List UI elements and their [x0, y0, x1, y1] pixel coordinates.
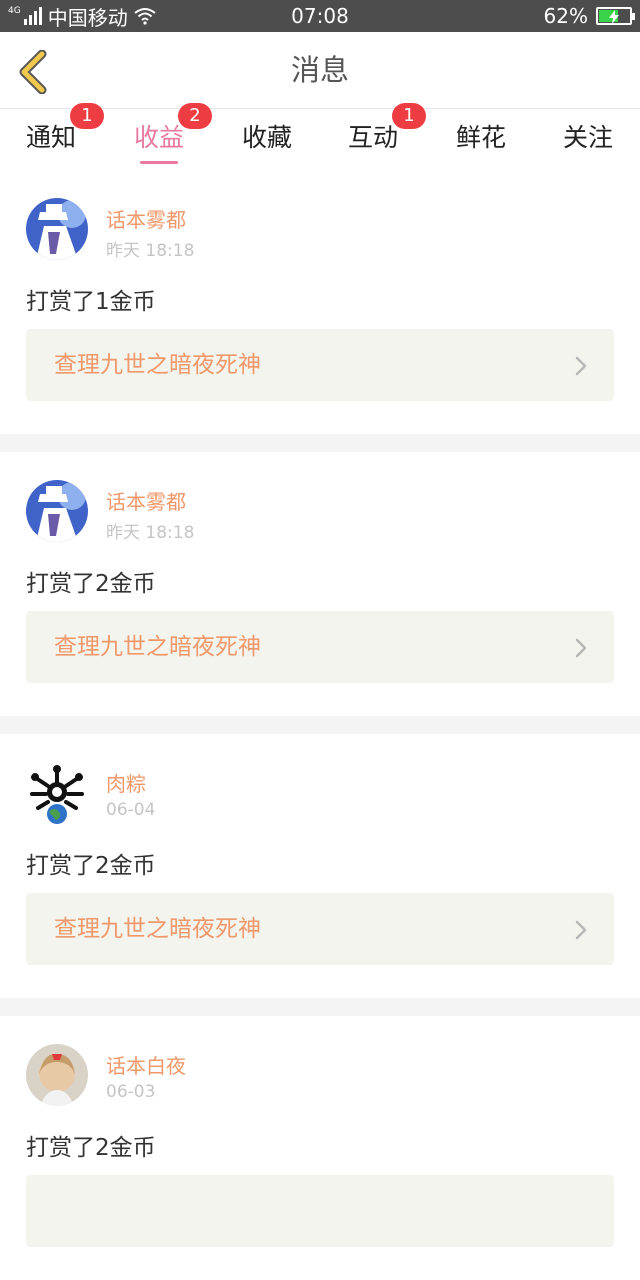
book-link[interactable] [26, 1175, 614, 1247]
username[interactable]: 话本雾都 [106, 204, 186, 233]
unread-badge: 2 [178, 103, 212, 129]
message-list: 话本雾都 昨天 18:18 打赏了1金币 查理九世之暗夜死神 话本雾都 昨天 1… [0, 170, 640, 1280]
unread-badge: 1 [392, 103, 426, 129]
message-text: 打赏了2金币 [26, 853, 156, 879]
username[interactable]: 话本雾都 [106, 486, 186, 515]
book-title: 查理九世之暗夜死神 [54, 352, 261, 378]
username[interactable]: 话本白夜 [106, 1050, 186, 1079]
message-card: 肉粽 06-04 打赏了2金币 查理九世之暗夜死神 [0, 734, 640, 998]
nav-header: 消息 [0, 32, 640, 109]
username[interactable]: 肉粽 [106, 768, 146, 797]
message-card: 话本雾都 昨天 18:18 打赏了1金币 查理九世之暗夜死神 [0, 170, 640, 434]
tab-interactions[interactable]: 互动 1 [328, 103, 426, 170]
active-tab-indicator [140, 161, 178, 164]
message-time: 昨天 18:18 [106, 523, 195, 543]
user-avatar[interactable] [26, 198, 88, 260]
tab-label: 收藏 [241, 123, 292, 152]
book-title: 查理九世之暗夜死神 [54, 916, 261, 942]
tab-label: 关注 [562, 123, 613, 152]
message-text: 打赏了1金币 [26, 289, 156, 315]
chevron-right-icon [575, 356, 587, 376]
battery-icon [596, 7, 635, 25]
book-link[interactable]: 查理九世之暗夜死神 [26, 893, 614, 965]
message-time: 06-03 [106, 1082, 156, 1102]
tab-notifications[interactable]: 通知 1 [6, 103, 104, 170]
chevron-right-icon [575, 920, 587, 940]
message-text: 打赏了2金币 [26, 571, 156, 597]
chevron-right-icon [575, 638, 587, 658]
battery-percent: 62% [543, 4, 588, 28]
user-avatar[interactable] [26, 762, 88, 824]
tab-bar: 通知 1 收益 2 收藏 互动 1 鲜花 关注 [0, 103, 640, 170]
book-link[interactable]: 查理九世之暗夜死神 [26, 329, 614, 401]
message-card: 话本雾都 昨天 18:18 打赏了2金币 查理九世之暗夜死神 [0, 452, 640, 716]
book-title: 查理九世之暗夜死神 [54, 634, 261, 660]
user-avatar[interactable] [26, 1044, 88, 1106]
charging-bolt-icon [609, 10, 619, 24]
message-card: 话本白夜 06-03 打赏了2金币 [0, 1016, 640, 1280]
divider [0, 716, 640, 734]
tab-label: 鲜花 [455, 123, 506, 152]
page-title: 消息 [290, 53, 349, 87]
status-bar: 4G 中国移动 07:08 62% [0, 0, 640, 32]
divider [0, 998, 640, 1016]
book-link[interactable]: 查理九世之暗夜死神 [26, 611, 614, 683]
tab-follows[interactable]: 关注 [543, 110, 633, 170]
message-text: 打赏了2金币 [26, 1135, 156, 1161]
message-time: 06-04 [106, 800, 156, 820]
tab-earnings[interactable]: 收益 2 [114, 103, 212, 170]
tab-favorites[interactable]: 收藏 [222, 110, 312, 170]
tab-flowers[interactable]: 鲜花 [436, 110, 526, 170]
message-time: 昨天 18:18 [106, 241, 195, 261]
divider [0, 434, 640, 452]
user-avatar[interactable] [26, 480, 88, 542]
status-right: 62% [543, 0, 635, 32]
unread-badge: 1 [70, 103, 104, 129]
